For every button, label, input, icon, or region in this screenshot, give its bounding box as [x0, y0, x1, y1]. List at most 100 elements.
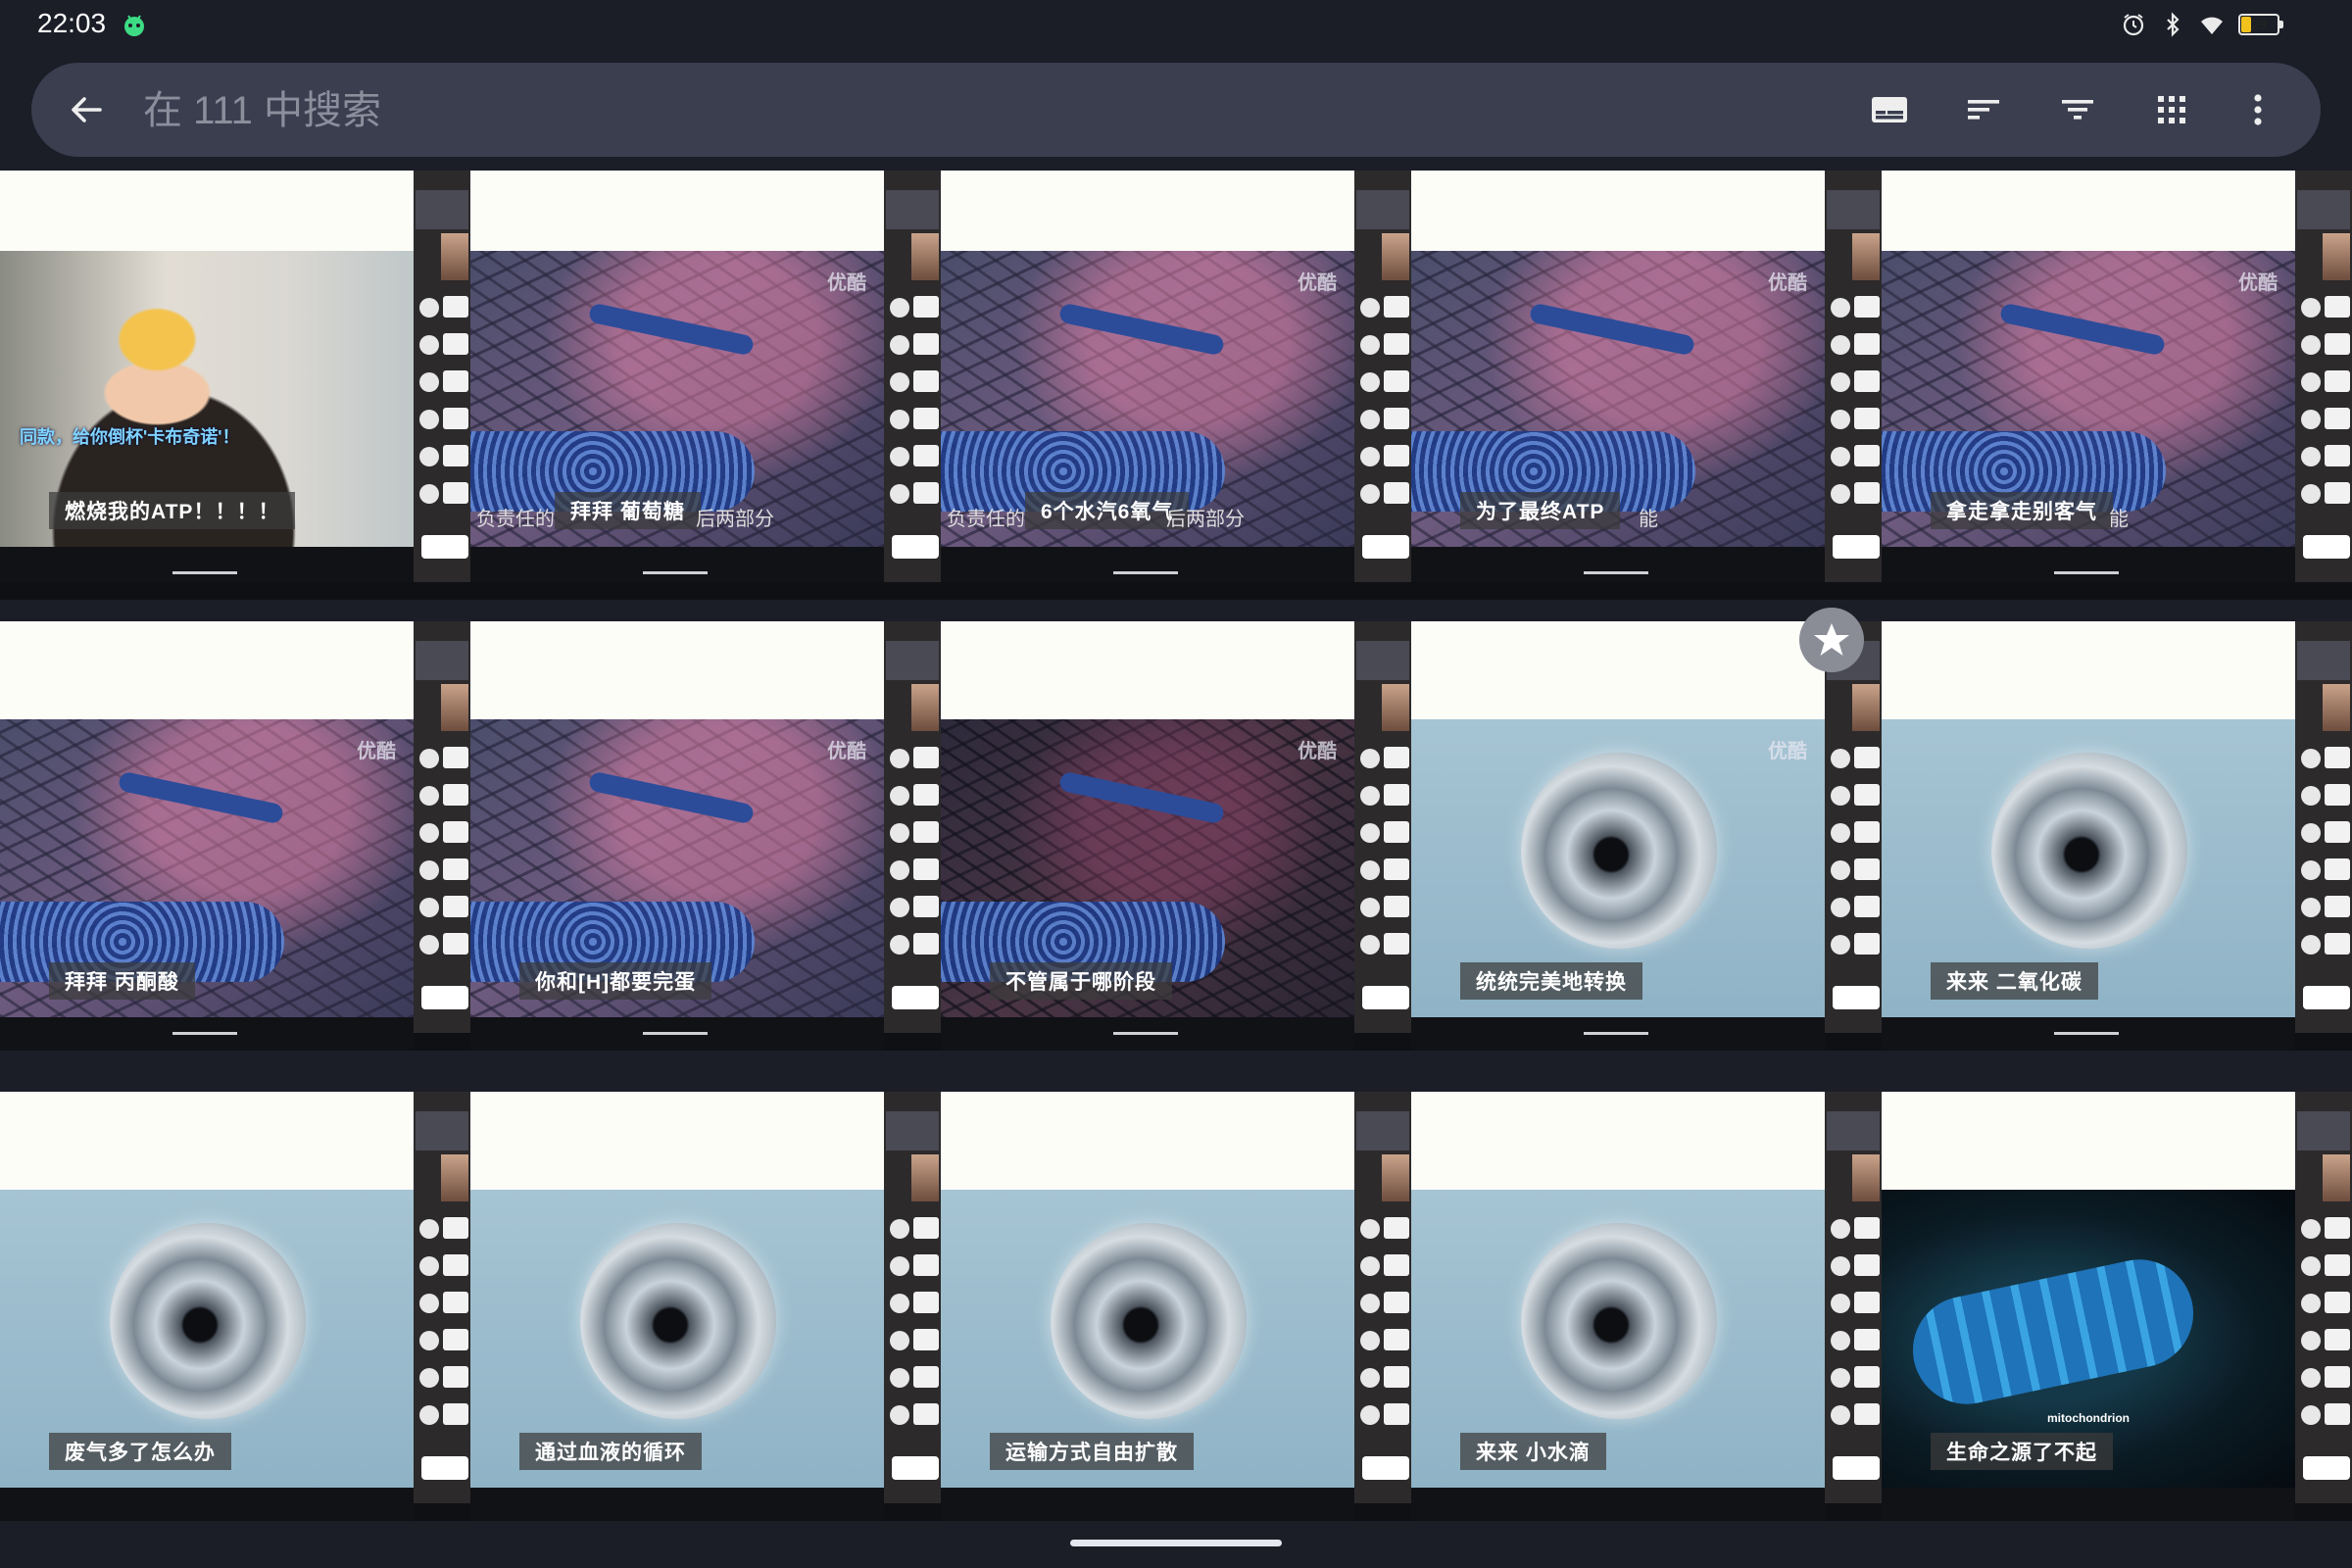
search-input[interactable] [141, 80, 1713, 141]
watermark-text: 优酷 [357, 741, 396, 762]
watermark-text: 优酷 [1298, 741, 1337, 762]
thumbnail-footer [941, 1017, 1354, 1051]
star-icon [1814, 623, 1849, 656]
back-button[interactable] [63, 86, 110, 133]
mitochondrion-illustration [1902, 1250, 2204, 1414]
thumbnail-header [941, 171, 1354, 251]
home-indicator-line [643, 1032, 708, 1035]
watermark-text: 优酷 [827, 741, 866, 762]
thumbnail-header [1882, 1092, 2295, 1190]
thumbnail-footer [1411, 1017, 1825, 1051]
video-frame: 通过血液的循环 [470, 1190, 884, 1488]
subtitle-caption: 燃烧我的ATP！！！！ [49, 492, 296, 529]
video-frame: 优酷 拿走拿走别客气能 [1882, 251, 2295, 547]
thumbnail-side-strip [1825, 621, 1882, 1033]
watermark-text: 优酷 [1298, 272, 1337, 294]
subtitle-caption: 生命之源了不起 [1931, 1433, 2113, 1470]
media-thumbnail[interactable]: 废气多了怎么办 [0, 1092, 470, 1521]
subtitles-button[interactable] [1864, 84, 1915, 135]
watermark-text: 优酷 [827, 272, 866, 294]
cell-illustration [1991, 753, 2187, 949]
android-robot-icon [124, 15, 144, 36]
cell-illustration [1521, 1223, 1717, 1419]
home-indicator-line [1113, 571, 1178, 574]
filter-icon [2062, 100, 2093, 120]
subtitle-caption: 运输方式自由扩散 [990, 1433, 1194, 1470]
subtitle-fragment: 后两部分 [1166, 509, 1245, 530]
media-thumbnail[interactable]: 优酷 负责任的 拜拜 葡萄糖 后两部分 [470, 171, 941, 600]
video-frame: 优酷 负责任的 6个水汽6氧气 后两部分 [941, 251, 1354, 547]
grid-view-icon [2158, 96, 2185, 123]
media-thumbnail[interactable]: 优酷 拿走拿走别客气能 [1882, 171, 2352, 600]
thumbnail-header [1411, 1092, 1825, 1190]
media-thumbnail[interactable]: 优酷 你和[H]都要完蛋 [470, 621, 941, 1051]
subtitle-caption: 拜拜 丙酮酸 [49, 962, 195, 1000]
sort-button[interactable] [1958, 84, 2009, 135]
back-arrow-icon [72, 97, 102, 122]
thumbnail-header [1882, 621, 2295, 719]
subtitle-caption: 为了最终ATP [1460, 492, 1621, 529]
thumbnail-header [1411, 621, 1825, 719]
video-frame: 优酷 统统完美地转换 [1411, 719, 1825, 1017]
thumbnail-footer [1882, 547, 2295, 582]
subtitle-caption: 通过血液的循环 [519, 1433, 702, 1470]
thumbnail-footer [470, 547, 884, 582]
thumbnail-header [470, 621, 884, 719]
sort-icon [1968, 100, 1999, 120]
thumbnail-header [1882, 171, 2295, 251]
media-thumbnail[interactable]: mitochondrion 生命之源了不起 [1882, 1092, 2352, 1521]
media-thumbnail[interactable]: 同款，给你倒杯'卡布奇诺'！ 燃烧我的ATP！！！！ [0, 171, 470, 600]
bacterium-illustration [117, 770, 285, 825]
thumbnail-footer [1882, 1488, 2295, 1521]
watermark-text: 优酷 [1768, 741, 1807, 762]
thumbnail-side-strip [1354, 1092, 1411, 1503]
media-thumbnail[interactable]: 优酷 不管属于哪阶段 [941, 621, 1411, 1051]
media-thumbnail[interactable]: 优酷 为了最终ATP 能 [1411, 171, 1882, 600]
thumbnail-header [0, 621, 414, 719]
bacterium-illustration [587, 770, 756, 825]
thumbnail-header [470, 1092, 884, 1190]
grid-view-button[interactable] [2146, 84, 2197, 135]
thumbnail-side-strip [1354, 621, 1411, 1033]
thumbnail-side-strip [1825, 1092, 1882, 1503]
home-indicator-line [1584, 1032, 1648, 1035]
thumbnail-footer [0, 547, 414, 582]
watermark-text: 优酷 [1768, 272, 1807, 294]
video-frame: 优酷 你和[H]都要完蛋 [470, 719, 884, 1017]
thumbnail-side-strip [1354, 171, 1411, 582]
video-frame: 优酷 为了最终ATP 能 [1411, 251, 1825, 547]
subtitle-caption: 废气多了怎么办 [49, 1433, 231, 1470]
thumbnail-header [0, 1092, 414, 1190]
bacterium-illustration [1998, 302, 2167, 357]
media-thumbnail[interactable]: 优酷 负责任的 6个水汽6氧气 后两部分 [941, 171, 1411, 600]
media-thumbnail[interactable]: 来来 小水滴 [1411, 1092, 1882, 1521]
thumbnail-footer [1882, 1017, 2295, 1051]
subtitle-caption: 6个水汽6氧气 [1025, 492, 1190, 529]
battery-level: 29 [2251, 17, 2267, 32]
status-time: 22:03 [37, 8, 107, 38]
thumbnail-header [470, 171, 884, 251]
home-indicator-line [2054, 571, 2119, 574]
thumbnail-side-strip [414, 621, 470, 1033]
thumbnail-footer [470, 1017, 884, 1051]
bacterium-illustration [1057, 770, 1226, 825]
media-thumbnail[interactable]: 通过血液的循环 [470, 1092, 941, 1521]
bacterium-illustration [1528, 302, 1696, 357]
bacterium-illustration [587, 302, 756, 357]
video-frame: 来来 小水滴 [1411, 1190, 1825, 1488]
filter-button[interactable] [2052, 84, 2103, 135]
subtitle-fragment: 后两部分 [696, 509, 774, 530]
media-thumbnail[interactable]: 来来 二氧化碳 [1882, 621, 2352, 1051]
media-thumbnail[interactable]: 优酷 统统完美地转换 [1411, 621, 1882, 1051]
favorite-badge[interactable] [1799, 608, 1864, 672]
media-thumbnail[interactable]: 运输方式自由扩散 [941, 1092, 1411, 1521]
bacterium-illustration [1057, 302, 1226, 357]
thumbnail-footer [941, 547, 1354, 582]
thumbnail-footer [0, 1488, 414, 1521]
media-thumbnail[interactable]: 优酷拜拜 丙酮酸 [0, 621, 470, 1051]
search-bar [31, 63, 2321, 157]
thumbnail-side-strip [414, 171, 470, 582]
navigation-handle[interactable] [1070, 1540, 1282, 1546]
more-options-button[interactable] [2232, 84, 2283, 135]
thumbnail-header [0, 171, 414, 251]
